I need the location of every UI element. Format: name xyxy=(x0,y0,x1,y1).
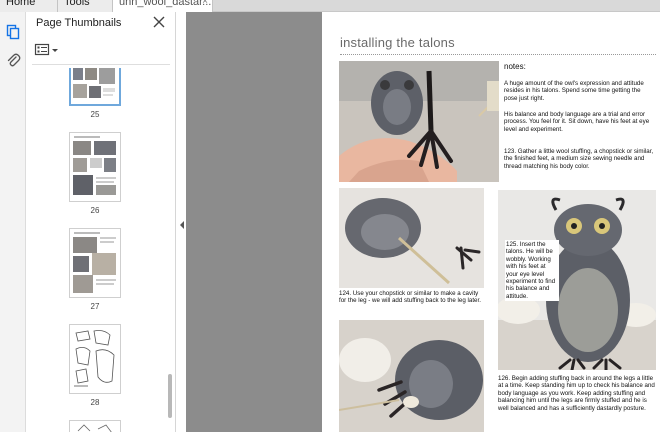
thumbnail-label: 26 xyxy=(90,206,100,215)
panel-divider xyxy=(32,64,170,65)
page-heading: installing the talons xyxy=(340,35,455,50)
attachments-icon[interactable] xyxy=(5,52,21,68)
page-thumbnail-25[interactable] xyxy=(69,68,121,106)
tab-bar: Home Tools unh_wool_dastar... × xyxy=(0,0,660,12)
thumbnail-options-icon[interactable] xyxy=(34,42,64,58)
thumbnail-label: 27 xyxy=(90,302,100,311)
step-123-text: 123. Gather a little wool stuffing, a ch… xyxy=(504,148,654,170)
panel-title: Page Thumbnails xyxy=(36,17,122,29)
document-viewer: installing the talons notes: A huge amou… xyxy=(186,12,660,432)
document-page: installing the talons notes: A huge amou… xyxy=(322,12,660,432)
page-thumbnail-next[interactable] xyxy=(69,420,121,432)
close-icon[interactable] xyxy=(152,15,166,29)
thumbnail-list: 25 26 27 28 xyxy=(26,68,166,432)
page-thumbnails-panel: Page Thumbnails 25 26 27 28 xyxy=(26,12,176,432)
scrollbar-thumb[interactable] xyxy=(168,374,172,418)
left-tool-rail xyxy=(0,12,26,432)
tab-document[interactable]: unh_wool_dastar... × xyxy=(113,0,213,12)
page-thumbnail-27[interactable] xyxy=(69,228,121,298)
step-125-text: 125. Insert the talons. He will be wobbl… xyxy=(505,240,559,302)
photo-step-124 xyxy=(339,188,484,288)
tab-document-label: unh_wool_dastar... xyxy=(119,0,212,8)
photo-step-126 xyxy=(339,320,484,432)
page-thumbnail-26[interactable] xyxy=(69,132,121,202)
notes-label: notes: xyxy=(504,62,526,71)
photo-step-123 xyxy=(339,61,499,182)
page-thumbnails-icon[interactable] xyxy=(5,24,21,40)
note-expression: A huge amount of the owl's expression an… xyxy=(504,80,644,102)
pdf-viewer-window: Home Tools unh_wool_dastar... × Page Thu… xyxy=(0,0,660,432)
page-thumbnail-28[interactable] xyxy=(69,324,121,394)
collapse-panel-arrow-icon[interactable] xyxy=(178,218,186,232)
tab-home[interactable]: Home xyxy=(0,0,58,12)
step-126-text: 126. Begin adding stuffing back in aroun… xyxy=(498,375,655,412)
tab-close-icon[interactable]: × xyxy=(202,0,208,7)
thumbnail-label: 28 xyxy=(90,398,100,407)
step-124-text: 124. Use your chopstick or similar to ma… xyxy=(339,290,481,305)
thumbnail-label: 25 xyxy=(90,110,100,119)
thumbnail-scrollbar[interactable] xyxy=(166,68,174,432)
heading-rule xyxy=(340,54,656,55)
note-balance: His balance and body language are a tria… xyxy=(504,111,650,133)
tab-tools[interactable]: Tools xyxy=(58,0,113,12)
panel-header: Page Thumbnails xyxy=(26,12,176,34)
